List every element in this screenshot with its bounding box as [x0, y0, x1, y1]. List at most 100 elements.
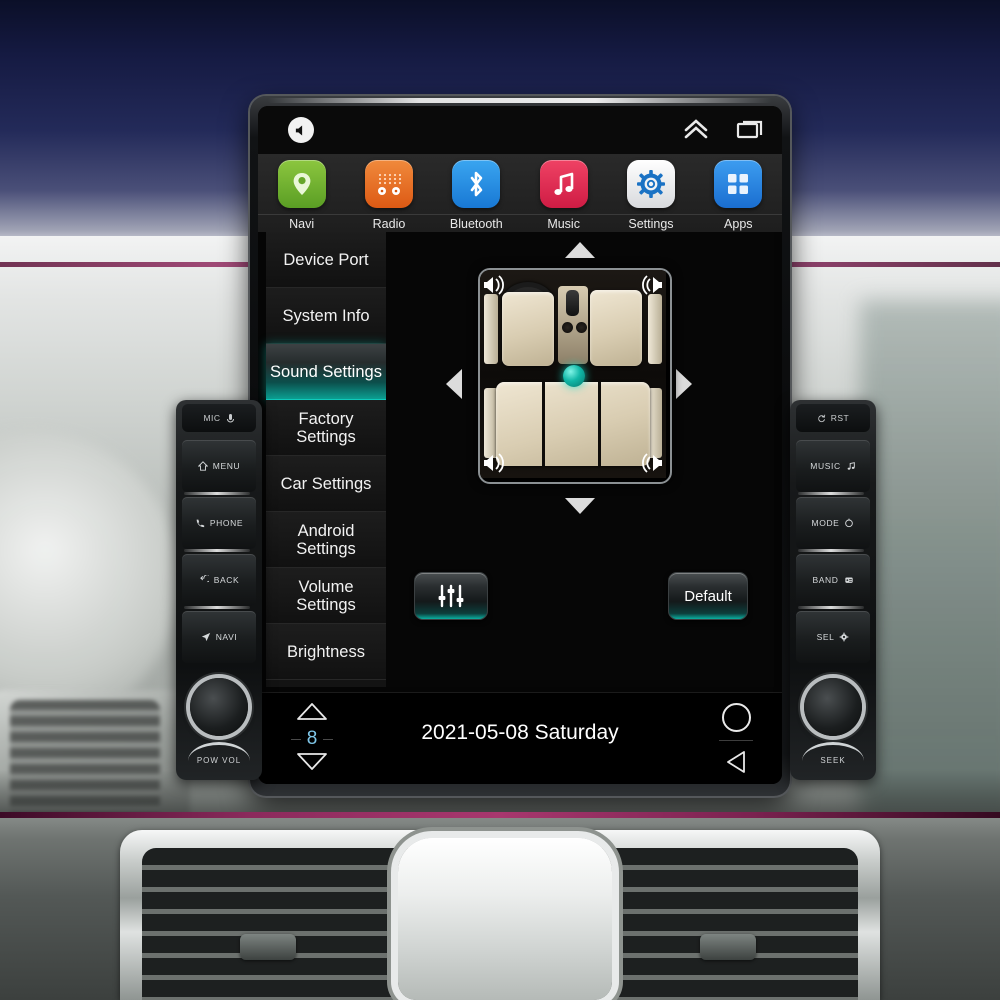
volume-down-button[interactable]: [295, 752, 329, 772]
menu-key[interactable]: MENU: [182, 440, 256, 492]
phone-key[interactable]: PHONE: [182, 497, 256, 549]
sidebar-item-car-settings[interactable]: Car Settings: [266, 456, 386, 512]
navi-key[interactable]: NAVI: [182, 611, 256, 663]
seek-label: SEEK: [820, 756, 846, 765]
speaker-mute-icon[interactable]: [288, 117, 314, 143]
gear-icon: [626, 160, 675, 208]
left-vent-control[interactable]: [240, 934, 296, 960]
sidebar-label: Device Port: [283, 250, 369, 269]
dock-item-bluetooth[interactable]: [433, 160, 520, 208]
key-glint-r3: [798, 606, 864, 609]
balance-position-dot[interactable]: [563, 365, 585, 387]
music-key-label: MUSIC: [810, 461, 841, 471]
reset-text: RST: [830, 413, 850, 423]
sidebar-label: Android Settings: [296, 521, 356, 558]
microphone-icon: [226, 413, 234, 422]
bezel-highlight: [268, 98, 772, 103]
rear-right-speaker-icon: [642, 453, 662, 473]
front-left-speaker-icon: [484, 275, 504, 295]
reset-icon: [818, 414, 825, 422]
left-hardware-panel: MIC MENU PHONE BACK NAVI POW VOL: [176, 400, 262, 780]
mode-key[interactable]: MODE: [796, 497, 870, 549]
sound-settings-pane: Default: [386, 232, 774, 687]
key-glint-1: [184, 492, 250, 495]
dock-label-radio: Radio: [372, 217, 406, 231]
navigation-arrow-icon: [201, 632, 210, 642]
dock-item-settings[interactable]: [607, 160, 694, 208]
double-chevron-up-icon[interactable]: [682, 116, 710, 142]
band-key[interactable]: BAND: [796, 554, 870, 606]
sidebar-item-brightness[interactable]: Brightness: [266, 624, 386, 680]
status-bar-icons: [682, 116, 766, 142]
front-left-door: [484, 294, 498, 364]
volume-up-button[interactable]: [295, 701, 329, 721]
music-note-icon: [847, 462, 855, 470]
reset-label: RST: [796, 404, 870, 432]
key-glint-2: [184, 549, 250, 552]
screenshot-root: Navi Radio Bluetooth Music Settings Apps…: [0, 0, 1000, 1000]
sidebar-item-system-info[interactable]: System Info: [266, 288, 386, 344]
home-icon: [197, 461, 208, 471]
key-glint-3: [184, 606, 250, 609]
navi-key-label: NAVI: [215, 632, 238, 642]
back-triangle-icon[interactable]: [724, 749, 748, 775]
sidebar-label: System Info: [282, 306, 370, 325]
balance-right-button[interactable]: [674, 367, 694, 401]
grille-trim-line: [0, 812, 1000, 818]
sel-key-label: SEL: [816, 632, 835, 642]
bluetooth-icon: [452, 160, 501, 208]
back-key-label: BACK: [213, 575, 240, 585]
app-dock-labels: Navi Radio Bluetooth Music Settings Apps: [258, 214, 782, 231]
content-area: Device Port System Info Sound Settings F…: [258, 232, 782, 692]
sidebar-item-factory-settings[interactable]: Factory Settings: [266, 400, 386, 456]
fader-up-button[interactable]: [563, 240, 597, 260]
grid-apps-icon: [714, 160, 763, 208]
dock-label-apps: Apps: [724, 217, 753, 231]
rear-left-speaker-icon: [484, 453, 504, 473]
dock-item-navi[interactable]: [258, 160, 345, 208]
sidebar-item-volume-settings[interactable]: Volume Settings: [266, 568, 386, 624]
right-hardware-panel: RST MUSIC MODE BAND SEL SEEK: [790, 400, 876, 780]
default-button[interactable]: Default: [668, 572, 748, 620]
center-chrome-emblem: [398, 838, 612, 1000]
rear-bench-seat: [496, 382, 650, 466]
home-circle-icon[interactable]: [721, 703, 751, 732]
right-vent-control[interactable]: [700, 934, 756, 960]
sidebar-label: Brightness: [287, 642, 365, 661]
status-bar: [258, 106, 782, 154]
rear-right-door: [648, 388, 662, 458]
cup-holder-right: [576, 322, 587, 333]
cabin-topview: [480, 270, 666, 478]
dock-item-radio[interactable]: [345, 160, 432, 208]
dock-item-music[interactable]: [520, 160, 607, 208]
car-cabin-balance-map[interactable]: [478, 268, 672, 484]
menu-key-label: MENU: [212, 461, 241, 471]
mode-circle-icon: [845, 518, 854, 528]
front-right-speaker-icon: [642, 275, 662, 295]
recent-apps-icon[interactable]: [736, 117, 766, 141]
phone-key-label: PHONE: [209, 518, 244, 528]
mic-label: MIC: [182, 404, 256, 432]
right-dashboard-shadow: [860, 300, 1000, 820]
balance-left-button[interactable]: [444, 367, 464, 401]
back-key[interactable]: BACK: [182, 554, 256, 606]
sidebar-item-android-settings[interactable]: Android Settings: [266, 512, 386, 568]
sidebar-item-sound-settings[interactable]: Sound Settings: [266, 344, 386, 400]
app-dock: Navi Radio Bluetooth Music Settings Apps: [258, 154, 782, 232]
power-volume-knob[interactable]: [190, 678, 248, 736]
equalizer-sliders-icon: [438, 584, 464, 608]
seek-knob[interactable]: [804, 678, 862, 736]
mic-text: MIC: [203, 413, 221, 423]
dock-item-apps[interactable]: [695, 160, 782, 208]
mode-key-label: MODE: [811, 518, 840, 528]
equalizer-button[interactable]: [414, 572, 488, 620]
sidebar-label: Volume Settings: [296, 577, 356, 614]
sidebar-item-device-port[interactable]: Device Port: [266, 232, 386, 288]
nav-separator: [719, 740, 753, 741]
power-volume-label: POW VOL: [196, 756, 242, 765]
sel-key[interactable]: SEL: [796, 611, 870, 663]
front-left-seat: [502, 292, 554, 366]
fader-down-button[interactable]: [563, 496, 597, 516]
music-key[interactable]: MUSIC: [796, 440, 870, 492]
datetime-display: 2021-05-08 Saturday: [421, 721, 619, 744]
